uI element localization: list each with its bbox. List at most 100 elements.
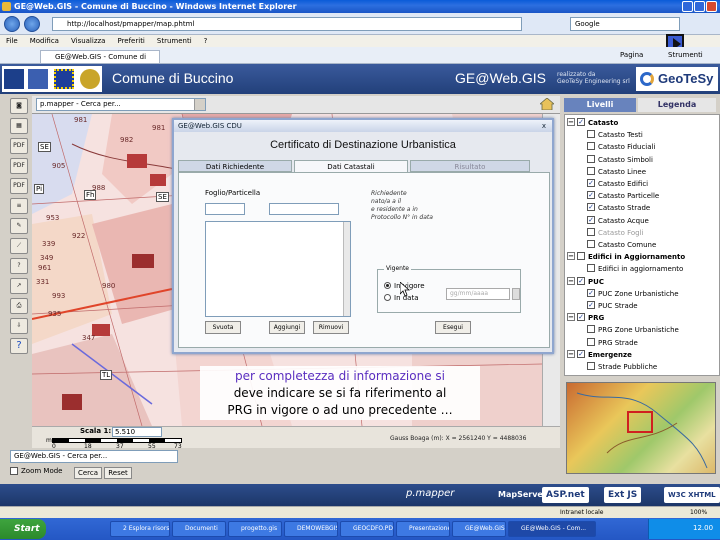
scale-input[interactable]: 5.510: [112, 427, 162, 437]
help-icon[interactable]: ?: [10, 338, 28, 354]
browser-tab[interactable]: GE@Web.GIS - Comune di Buccino: [40, 50, 160, 73]
layer-item[interactable]: Catasto Simboli: [587, 154, 653, 166]
tab-livelli[interactable]: Livelli: [564, 98, 636, 112]
taskbar-item[interactable]: DEMOWEBGIS: [284, 521, 338, 537]
expand-icon[interactable]: −: [567, 276, 575, 285]
expand-icon[interactable]: −: [567, 252, 575, 261]
overview-extent-frame[interactable]: [627, 411, 653, 433]
particelle-list[interactable]: [205, 221, 351, 317]
layer-item[interactable]: Catasto Comune: [587, 240, 656, 251]
list-scrollbar[interactable]: [343, 222, 350, 316]
home-icon[interactable]: [540, 98, 554, 110]
layer-item[interactable]: PRG Strade: [587, 337, 638, 349]
layer-item[interactable]: ✓ Catasto Strade: [587, 203, 650, 214]
pdf-print-icon[interactable]: PDF: [10, 178, 28, 194]
layer-item[interactable]: ✓ Catasto Edifici: [587, 179, 648, 190]
layer-checkbox[interactable]: [587, 337, 595, 346]
zoom-mode-checkbox[interactable]: [10, 467, 18, 475]
particella-input[interactable]: [269, 203, 339, 215]
menu-modifica[interactable]: Modifica: [30, 35, 59, 47]
reset-button[interactable]: Reset: [104, 467, 132, 479]
layer-item[interactable]: ✓ Catasto Particelle: [587, 191, 659, 202]
layer-checkbox[interactable]: [587, 264, 595, 273]
map-search-select[interactable]: p.mapper - Cerca per...: [36, 98, 206, 111]
layer-checkbox[interactable]: ✓: [577, 349, 585, 358]
layer-checkbox[interactable]: [587, 227, 595, 236]
layer-checkbox[interactable]: [577, 252, 585, 261]
layer-group[interactable]: − ✓ Catasto: [567, 118, 618, 129]
status-zoom[interactable]: 100%: [690, 507, 707, 518]
menu-strumenti[interactable]: Strumenti: [157, 35, 192, 47]
layer-checkbox[interactable]: ✓: [587, 301, 595, 309]
layer-group[interactable]: − Edifici in Aggiornamento: [567, 252, 685, 263]
rimuovi-button[interactable]: Rimuovi: [313, 321, 349, 334]
layer-item[interactable]: Strade Pubbliche: [587, 362, 657, 373]
expand-icon[interactable]: −: [567, 349, 575, 358]
layer-checkbox[interactable]: ✓: [587, 179, 595, 187]
zoom-mode-option[interactable]: Zoom Mode: [10, 467, 62, 475]
expand-icon[interactable]: −: [567, 118, 575, 126]
url-field[interactable]: http://localhost/pmapper/map.phtml: [52, 17, 522, 31]
cerca-button[interactable]: Cerca: [74, 467, 102, 479]
layer-checkbox[interactable]: ✓: [587, 191, 595, 200]
print-icon[interactable]: ⎙: [10, 298, 28, 314]
layer-group[interactable]: − ✓ Emergenze: [567, 349, 632, 361]
layers-icon[interactable]: ≡: [10, 198, 28, 214]
layer-checkbox[interactable]: ✓: [577, 276, 585, 285]
layer-checkbox[interactable]: ✓: [577, 313, 585, 322]
tab-dati-richiedente[interactable]: Dati Richiedente: [178, 160, 292, 172]
menu-strumenti-right[interactable]: Strumenti: [668, 51, 703, 59]
pdf-icon[interactable]: PDF: [10, 138, 28, 154]
taskbar-item[interactable]: Presentazione: [396, 521, 450, 537]
browser-search-input[interactable]: Google: [570, 17, 680, 31]
layer-item[interactable]: Catasto Fogli: [587, 227, 644, 239]
ruler-icon[interactable]: ⟋: [10, 238, 28, 254]
identify-icon[interactable]: ?: [10, 258, 28, 274]
svuota-button[interactable]: Svuota: [205, 321, 241, 334]
layer-checkbox[interactable]: [587, 240, 595, 248]
taskbar-item[interactable]: GE@Web.GIS: [452, 521, 506, 537]
layer-checkbox[interactable]: [587, 325, 595, 334]
taskbar-item-active[interactable]: GE@Web.GIS - Com...: [508, 521, 596, 537]
layer-item[interactable]: ✓ PUC Zone Urbanistiche: [587, 288, 679, 300]
calendar-icon[interactable]: [512, 288, 520, 300]
grid-icon[interactable]: ▦: [10, 118, 28, 134]
back-button[interactable]: [4, 16, 20, 32]
tab-dati-catastali[interactable]: Dati Catastali: [294, 160, 408, 172]
close-icon[interactable]: x: [540, 122, 548, 130]
layer-checkbox[interactable]: [587, 154, 595, 163]
layer-group[interactable]: − ✓ PUC: [567, 276, 604, 288]
layer-item[interactable]: PRG Zone Urbanistiche: [587, 325, 679, 336]
measure-icon[interactable]: ↗: [10, 278, 28, 294]
search-select[interactable]: GE@Web.GIS - Cerca per...: [10, 450, 178, 463]
select-icon[interactable]: ✎: [10, 218, 28, 234]
menu-file[interactable]: File: [6, 35, 18, 47]
foglio-input[interactable]: [205, 203, 245, 215]
taskbar-item[interactable]: 2 Esplora risorse: [110, 521, 170, 537]
layer-checkbox[interactable]: [587, 142, 595, 151]
layer-item[interactable]: Catasto Testi: [587, 130, 643, 141]
menu-help[interactable]: ?: [204, 35, 208, 47]
layer-checkbox[interactable]: ✓: [587, 215, 595, 224]
start-button[interactable]: Start: [0, 519, 46, 539]
layer-checkbox[interactable]: [587, 130, 595, 139]
forward-button[interactable]: [24, 16, 40, 32]
taskbar-item[interactable]: GEOCDFO.PDF: [340, 521, 394, 537]
download-icon[interactable]: ⇩: [10, 318, 28, 334]
pdf-export-icon[interactable]: PDF: [10, 158, 28, 174]
tab-legenda[interactable]: Legenda: [638, 98, 716, 112]
layer-checkbox[interactable]: ✓: [587, 203, 595, 212]
tab-risultato[interactable]: Risultato: [410, 160, 530, 172]
esegui-button[interactable]: Esegui: [435, 321, 471, 334]
taskbar-item[interactable]: Documenti: [172, 521, 226, 537]
menu-preferiti[interactable]: Preferiti: [117, 35, 144, 47]
expand-icon[interactable]: −: [567, 313, 575, 322]
chevron-down-icon[interactable]: [194, 99, 205, 110]
layer-checkbox[interactable]: [587, 166, 595, 175]
overview-map[interactable]: [566, 382, 716, 474]
layer-checkbox[interactable]: ✓: [587, 288, 595, 297]
taskbar-item[interactable]: progetto.gis: [228, 521, 282, 537]
aggiungi-button[interactable]: Aggiungi: [269, 321, 305, 334]
radio-dot-checked[interactable]: [384, 281, 391, 289]
layer-group[interactable]: − ✓ PRG: [567, 313, 604, 324]
